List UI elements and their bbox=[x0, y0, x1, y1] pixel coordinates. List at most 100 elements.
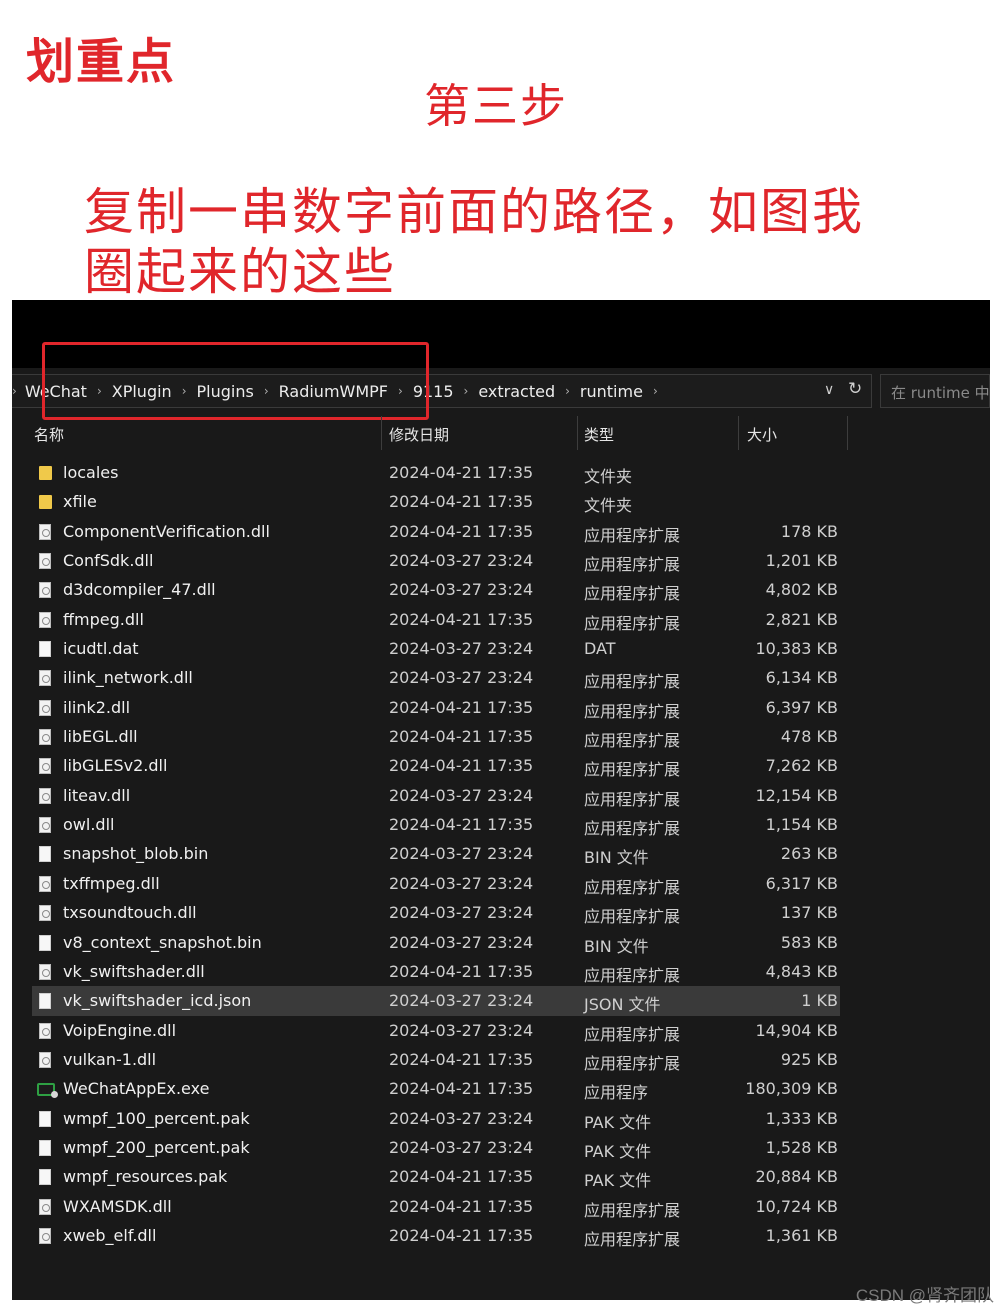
file-name: wmpf_100_percent.pak bbox=[63, 1108, 250, 1128]
file-row[interactable]: vulkan-1.dll 2024-04-21 17:35 应用程序扩展 925 KB bbox=[32, 1045, 840, 1074]
column-header-size[interactable]: 大小 bbox=[747, 424, 777, 445]
file-icon bbox=[39, 993, 51, 1010]
file-row[interactable]: WeChatAppEx.exe 2024-04-21 17:35 应用程序 180,3… bbox=[32, 1074, 840, 1103]
folder-icon bbox=[39, 495, 52, 510]
column-divider[interactable] bbox=[847, 416, 848, 450]
file-row[interactable]: vk_swiftshader_icd.json 2024-03-27 23:24 J… bbox=[32, 986, 840, 1016]
file-row[interactable]: locales 2024-04-21 17:35 文件夹 bbox=[32, 458, 840, 487]
column-divider[interactable] bbox=[381, 416, 382, 450]
chevron-down-icon[interactable]: ∨ bbox=[824, 382, 834, 398]
dll-file-icon bbox=[39, 1227, 51, 1244]
file-icon bbox=[39, 1169, 51, 1186]
file-date: 2024-04-21 17:35 bbox=[389, 1167, 534, 1187]
file-row[interactable]: ilink2.dll 2024-04-21 17:35 应用程序扩展 6,397 KB bbox=[32, 693, 840, 722]
file-icon bbox=[39, 641, 51, 658]
file-row[interactable]: txsoundtouch.dll 2024-03-27 23:24 应用程序扩展 13… bbox=[32, 898, 840, 927]
dll-file-icon bbox=[39, 817, 51, 834]
file-icon bbox=[39, 846, 51, 863]
file-date: 2024-04-21 17:35 bbox=[389, 756, 534, 776]
file-name: txsoundtouch.dll bbox=[63, 903, 197, 923]
file-type: PAK 文件 bbox=[584, 1171, 652, 1191]
folder-icon bbox=[39, 466, 52, 480]
file-size: 4,843 KB bbox=[765, 961, 838, 981]
file-row[interactable]: WXAMSDK.dll 2024-04-21 17:35 应用程序扩展 10,724 … bbox=[32, 1192, 840, 1221]
file-size: 1,528 KB bbox=[765, 1137, 838, 1157]
file-date: 2024-04-21 17:35 bbox=[389, 697, 534, 717]
file-row[interactable]: xweb_elf.dll 2024-04-21 17:35 应用程序扩展 1,361 … bbox=[32, 1221, 840, 1250]
column-header-date[interactable]: 修改日期 bbox=[389, 424, 449, 445]
dll-file-icon bbox=[39, 1198, 51, 1215]
file-explorer-window: › WeChat › XPlugin › Plugins › RadiumWMP… bbox=[12, 300, 990, 1300]
column-header-type[interactable]: 类型 bbox=[584, 424, 614, 445]
file-date: 2024-04-21 17:35 bbox=[389, 463, 534, 482]
dll-file-icon bbox=[39, 611, 51, 628]
file-row[interactable]: libGLESv2.dll 2024-04-21 17:35 应用程序扩展 7,262… bbox=[32, 751, 840, 780]
column-divider[interactable] bbox=[738, 416, 739, 450]
file-name: snapshot_blob.bin bbox=[63, 844, 209, 864]
refresh-icon[interactable]: ↻ bbox=[848, 379, 862, 399]
file-type: 应用程序扩展 bbox=[584, 525, 681, 545]
chevron-right-icon[interactable]: › bbox=[12, 384, 25, 398]
file-date: 2024-03-27 23:24 bbox=[389, 551, 534, 571]
search-input[interactable]: 在 runtime 中 bbox=[880, 374, 990, 408]
file-date: 2024-03-27 23:24 bbox=[389, 932, 534, 952]
file-type: BIN 文件 bbox=[584, 936, 649, 956]
file-type: 应用程序扩展 bbox=[584, 1053, 681, 1073]
file-size: 478 KB bbox=[780, 727, 838, 747]
file-icon bbox=[39, 934, 51, 951]
file-date: 2024-03-27 23:24 bbox=[389, 580, 534, 600]
file-row[interactable]: d3dcompiler_47.dll 2024-03-27 23:24 应用程序扩展… bbox=[32, 575, 840, 604]
file-row[interactable]: wmpf_200_percent.pak 2024-03-27 23:24 PAK … bbox=[32, 1133, 840, 1162]
file-icon bbox=[39, 1139, 51, 1156]
column-header-name[interactable]: 名称 bbox=[34, 424, 64, 445]
file-size: 10,724 KB bbox=[755, 1196, 838, 1216]
dll-file-icon bbox=[39, 875, 51, 892]
highlight-box bbox=[42, 342, 429, 420]
file-size: 925 KB bbox=[780, 1049, 838, 1069]
file-row[interactable]: VoipEngine.dll 2024-03-27 23:24 应用程序扩展 14,9… bbox=[32, 1016, 840, 1045]
chevron-right-icon[interactable]: › bbox=[555, 384, 580, 398]
file-date: 2024-04-21 17:35 bbox=[389, 727, 534, 747]
file-row[interactable]: snapshot_blob.bin 2024-03-27 23:24 BIN 文件 2… bbox=[32, 839, 840, 868]
file-name: ilink_network.dll bbox=[63, 668, 193, 688]
file-name: owl.dll bbox=[63, 815, 115, 835]
file-row[interactable]: v8_context_snapshot.bin 2024-03-27 23:24 B… bbox=[32, 928, 840, 957]
file-row[interactable]: xfile 2024-04-21 17:35 文件夹 bbox=[32, 487, 840, 516]
file-date: 2024-03-27 23:24 bbox=[389, 1108, 534, 1128]
file-row[interactable]: libEGL.dll 2024-04-21 17:35 应用程序扩展 478 KB bbox=[32, 722, 840, 751]
file-row[interactable]: wmpf_resources.pak 2024-04-21 17:35 PAK 文件… bbox=[32, 1162, 840, 1191]
dll-file-icon bbox=[39, 670, 51, 687]
dll-file-icon bbox=[39, 582, 51, 599]
breadcrumb-extracted[interactable]: extracted bbox=[478, 382, 555, 401]
file-name: ComponentVerification.dll bbox=[63, 521, 270, 541]
file-date: 2024-03-27 23:24 bbox=[389, 785, 534, 805]
file-row[interactable]: wmpf_100_percent.pak 2024-03-27 23:24 PAK … bbox=[32, 1104, 840, 1133]
file-name: VoipEngine.dll bbox=[63, 1020, 177, 1040]
file-row[interactable]: ComponentVerification.dll 2024-04-21 17:3… bbox=[32, 517, 840, 546]
annotation-step: 第三步 bbox=[424, 79, 568, 133]
file-row[interactable]: ConfSdk.dll 2024-03-27 23:24 应用程序扩展 1,201 K… bbox=[32, 546, 840, 575]
file-row[interactable]: owl.dll 2024-04-21 17:35 应用程序扩展 1,154 KB bbox=[32, 810, 840, 839]
file-type: PAK 文件 bbox=[584, 1141, 652, 1161]
file-name: libGLESv2.dll bbox=[63, 756, 168, 776]
file-date: 2024-03-27 23:24 bbox=[389, 873, 534, 893]
file-type: JSON 文件 bbox=[584, 995, 661, 1015]
file-row[interactable]: icudtl.dat 2024-03-27 23:24 DAT 10,383 KB bbox=[32, 634, 840, 663]
chevron-right-icon[interactable]: › bbox=[643, 384, 668, 398]
dll-file-icon bbox=[39, 523, 51, 540]
file-name: wmpf_resources.pak bbox=[63, 1167, 228, 1187]
column-divider[interactable] bbox=[577, 416, 578, 450]
file-name: d3dcompiler_47.dll bbox=[63, 580, 216, 600]
file-type: 应用程序扩展 bbox=[584, 907, 681, 927]
file-size: 178 KB bbox=[780, 521, 838, 541]
exe-app-icon bbox=[37, 1083, 58, 1099]
file-row[interactable]: liteav.dll 2024-03-27 23:24 应用程序扩展 12,154 K… bbox=[32, 781, 840, 810]
breadcrumb-runtime[interactable]: runtime bbox=[580, 382, 643, 401]
file-icon bbox=[39, 1110, 51, 1127]
file-name: ConfSdk.dll bbox=[63, 551, 154, 571]
file-row[interactable]: vk_swiftshader.dll 2024-04-21 17:35 应用程序扩展… bbox=[32, 957, 840, 986]
chevron-right-icon[interactable]: › bbox=[454, 384, 479, 398]
file-row[interactable]: ilink_network.dll 2024-03-27 23:24 应用程序扩展 6… bbox=[32, 663, 840, 692]
file-row[interactable]: txffmpeg.dll 2024-03-27 23:24 应用程序扩展 6,317 … bbox=[32, 869, 840, 898]
file-row[interactable]: ffmpeg.dll 2024-04-21 17:35 应用程序扩展 2,821 KB bbox=[32, 605, 840, 634]
